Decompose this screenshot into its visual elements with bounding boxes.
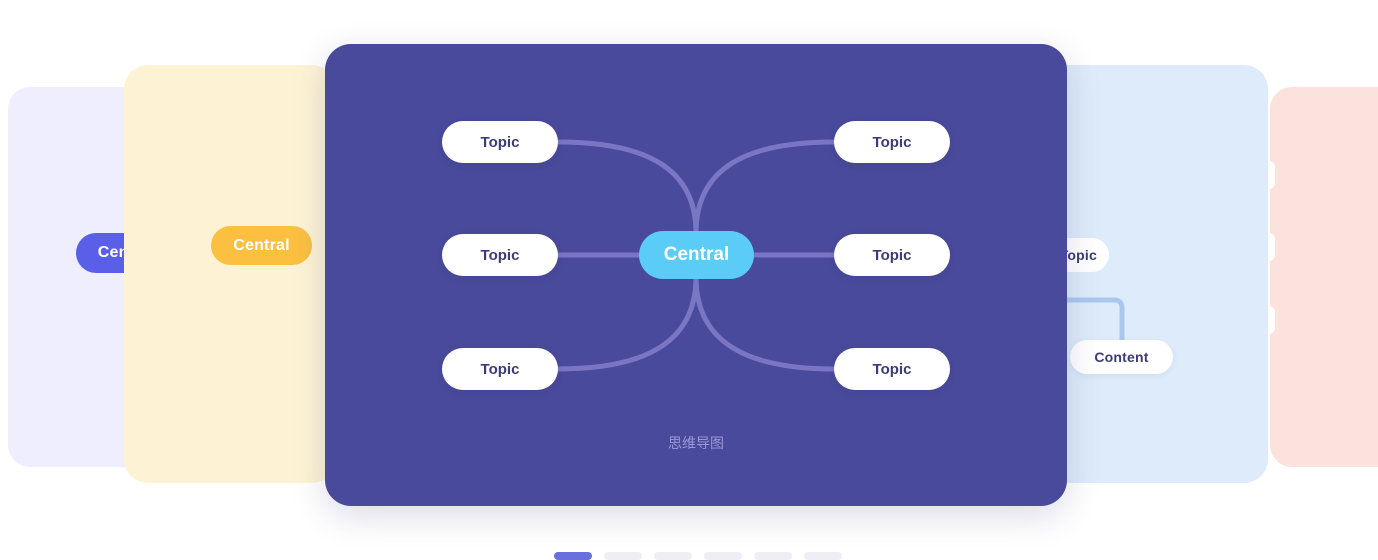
pagination-dot-5[interactable] — [754, 552, 792, 560]
connector-top-left — [555, 139, 699, 234]
mindmap-caption: 思维导图 — [668, 435, 724, 451]
connector-bottom-right — [693, 276, 837, 372]
pagination-dot-3[interactable] — [654, 552, 692, 560]
carousel-card-pink[interactable] — [1270, 87, 1378, 467]
mindmap-canvas: Topic Topic Topic Topic Topic Topic Cent… — [325, 44, 1067, 506]
carousel-card-mindmap-active[interactable]: Topic Topic Topic Topic Topic Topic Cent… — [325, 44, 1067, 506]
mindmap-topic-middle-left[interactable]: Topic — [442, 234, 558, 276]
pagination-dot-6[interactable] — [804, 552, 842, 560]
pagination-dot-1[interactable] — [554, 552, 592, 560]
mindmap-topic-bottom-right[interactable]: Topic — [834, 348, 950, 390]
connector-top-right — [693, 139, 837, 234]
yellow-card-central-pill: Central — [211, 226, 312, 265]
carousel-pagination — [554, 552, 842, 560]
mindmap-central-node[interactable]: Central — [639, 231, 754, 279]
carousel-card-yellow[interactable] — [124, 65, 336, 483]
connector-bottom-left — [555, 276, 699, 372]
carousel-card-blue[interactable] — [1043, 65, 1268, 483]
mindmap-topic-top-right[interactable]: Topic — [834, 121, 950, 163]
mindmap-topic-top-left[interactable]: Topic — [442, 121, 558, 163]
mindmap-topic-bottom-left[interactable]: Topic — [442, 348, 558, 390]
pagination-dot-2[interactable] — [604, 552, 642, 560]
blue-card-content-pill: Content — [1070, 340, 1173, 374]
mindmap-topic-middle-right[interactable]: Topic — [834, 234, 950, 276]
carousel-stage: Central Central Topic Content — [0, 0, 1378, 560]
blue-card-elbow-connector — [1066, 297, 1125, 345]
pagination-dot-4[interactable] — [704, 552, 742, 560]
